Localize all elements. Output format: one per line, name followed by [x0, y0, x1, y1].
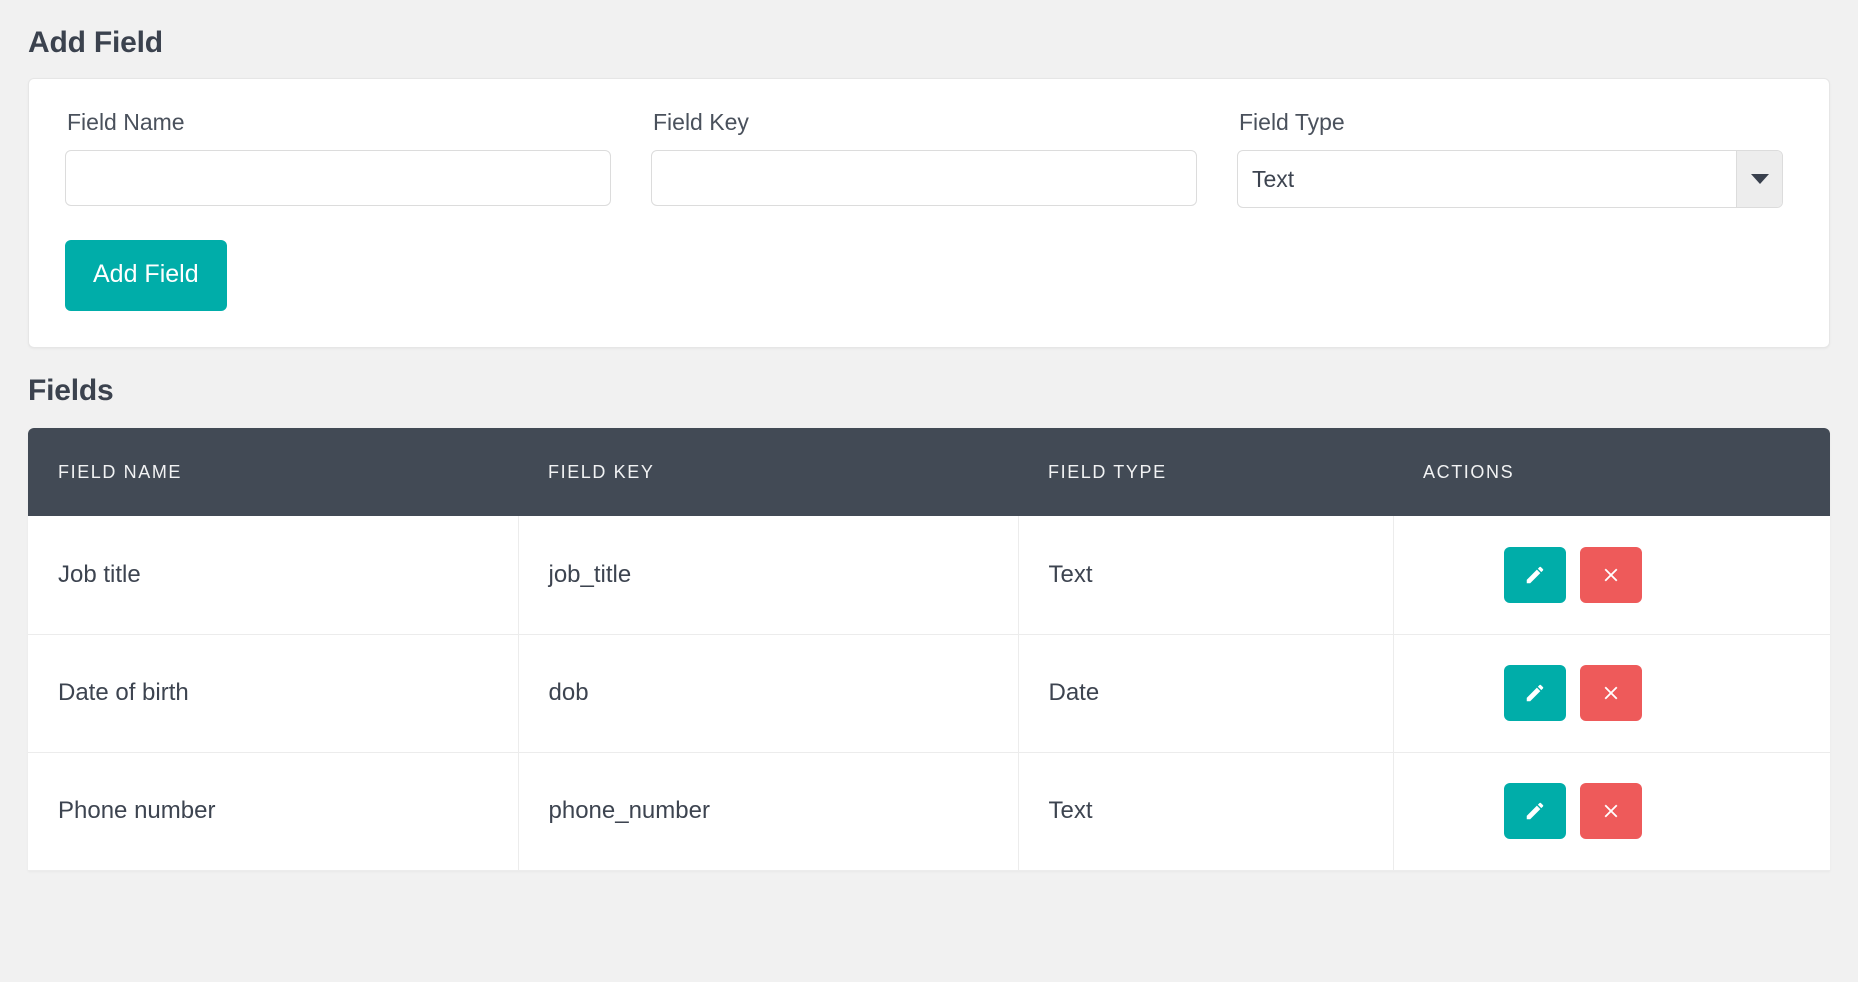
- add-field-card: Field Name Field Key Field Type Text: [28, 78, 1830, 348]
- field-key-input[interactable]: [651, 150, 1197, 206]
- cell-field-key: phone_number: [518, 752, 1018, 870]
- cell-field-key: dob: [518, 634, 1018, 752]
- field-type-select[interactable]: Text: [1237, 150, 1783, 208]
- field-name-label: Field Name: [67, 109, 611, 136]
- column-header-field-name: FIELD NAME: [28, 428, 518, 516]
- cell-actions: [1393, 634, 1830, 752]
- fields-table-head: FIELD NAME FIELD KEY FIELD TYPE ACTIONS: [28, 428, 1830, 516]
- close-x-icon: [1600, 682, 1622, 704]
- cell-actions: [1393, 752, 1830, 870]
- field-type-label: Field Type: [1239, 109, 1783, 136]
- pencil-icon: [1524, 682, 1546, 704]
- table-header-row: FIELD NAME FIELD KEY FIELD TYPE ACTIONS: [28, 428, 1830, 516]
- cell-field-name: Job title: [28, 516, 518, 634]
- close-x-icon: [1600, 564, 1622, 586]
- cell-field-type: Text: [1018, 516, 1393, 634]
- pencil-icon: [1524, 800, 1546, 822]
- fields-table: FIELD NAME FIELD KEY FIELD TYPE ACTIONS …: [28, 428, 1830, 871]
- add-field-submit-button[interactable]: Add Field: [65, 240, 227, 311]
- fields-table-container: FIELD NAME FIELD KEY FIELD TYPE ACTIONS …: [28, 428, 1830, 871]
- page-title-add-field: Add Field: [28, 0, 1830, 78]
- page-root: Add Field Field Name Field Key Field Typ…: [0, 0, 1858, 871]
- field-key-group: Field Key: [651, 109, 1197, 206]
- cell-field-type: Text: [1018, 752, 1393, 870]
- cell-field-type: Date: [1018, 634, 1393, 752]
- chevron-down-icon[interactable]: [1736, 151, 1782, 207]
- cell-actions: [1393, 516, 1830, 634]
- table-row: Phone number phone_number Text: [28, 752, 1830, 870]
- fields-table-body: Job title job_title Text: [28, 516, 1830, 870]
- column-header-field-key: FIELD KEY: [518, 428, 1018, 516]
- pencil-icon: [1524, 564, 1546, 586]
- table-row: Job title job_title Text: [28, 516, 1830, 634]
- row-actions: [1394, 547, 1831, 603]
- column-header-actions: ACTIONS: [1393, 428, 1830, 516]
- field-name-input[interactable]: [65, 150, 611, 206]
- close-x-icon: [1600, 800, 1622, 822]
- field-type-group: Field Type Text: [1237, 109, 1783, 208]
- delete-field-button[interactable]: [1580, 783, 1642, 839]
- column-header-field-type: FIELD TYPE: [1018, 428, 1393, 516]
- row-actions: [1394, 783, 1831, 839]
- cell-field-name: Phone number: [28, 752, 518, 870]
- field-name-group: Field Name: [65, 109, 611, 206]
- table-row: Date of birth dob Date: [28, 634, 1830, 752]
- edit-field-button[interactable]: [1504, 547, 1566, 603]
- cell-field-key: job_title: [518, 516, 1018, 634]
- edit-field-button[interactable]: [1504, 783, 1566, 839]
- field-type-selected-value: Text: [1238, 151, 1736, 207]
- edit-field-button[interactable]: [1504, 665, 1566, 721]
- cell-field-name: Date of birth: [28, 634, 518, 752]
- delete-field-button[interactable]: [1580, 665, 1642, 721]
- add-field-form-row: Field Name Field Key Field Type Text: [65, 109, 1793, 208]
- page-title-fields: Fields: [28, 348, 1830, 428]
- row-actions: [1394, 665, 1831, 721]
- field-key-label: Field Key: [653, 109, 1197, 136]
- delete-field-button[interactable]: [1580, 547, 1642, 603]
